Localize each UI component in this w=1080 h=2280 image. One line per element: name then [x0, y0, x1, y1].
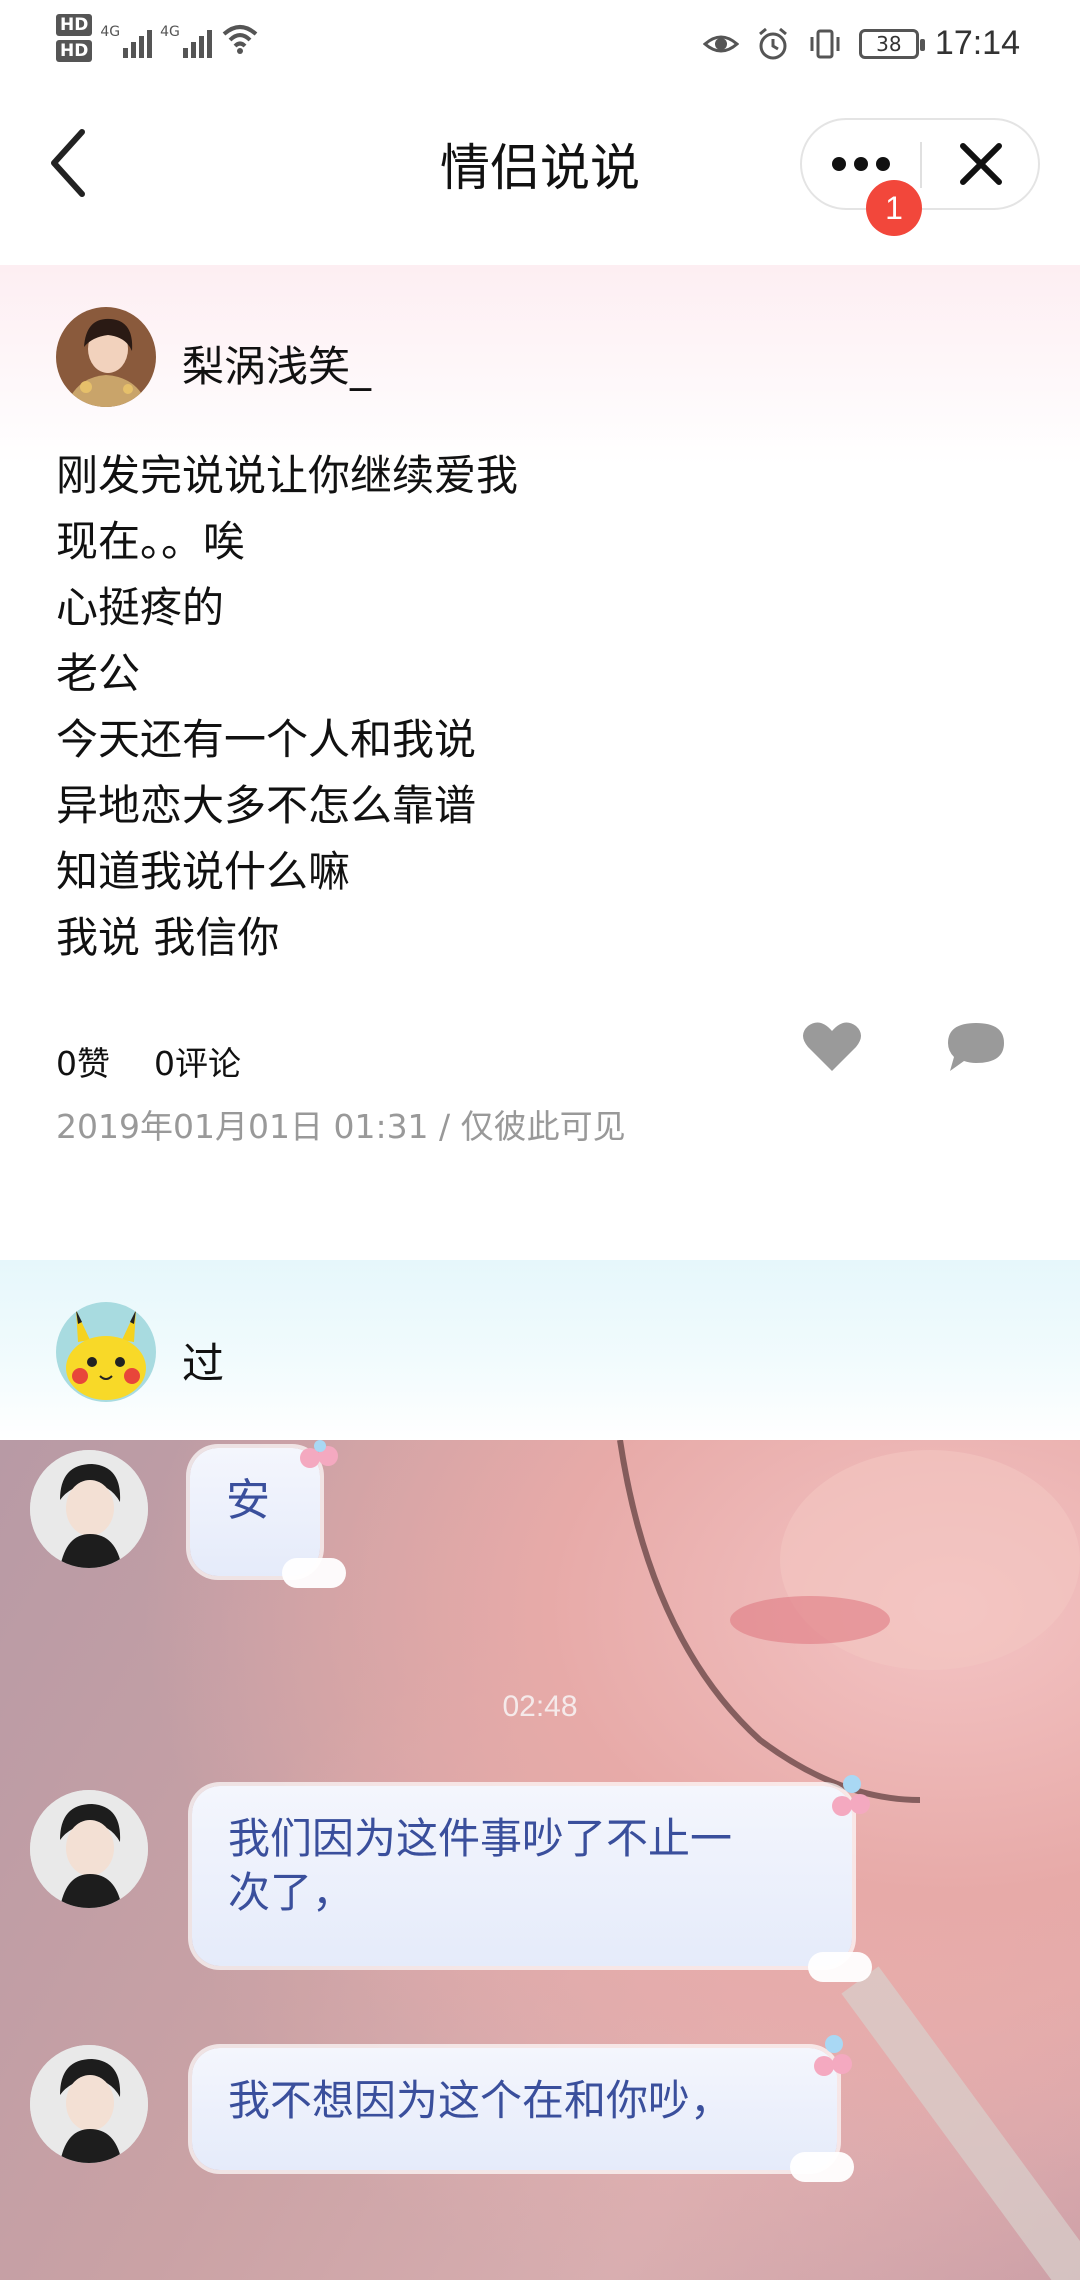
avatar[interactable] [56, 307, 156, 407]
network-label-1: 4G [100, 24, 121, 40]
status-bar-right: 38 17:14 [702, 24, 1020, 63]
post-text-line: 刚发完说说让你继续爱我 [56, 451, 519, 500]
cloud-decoration [808, 1952, 872, 1982]
nav-bar: 情侣说说 1 [0, 92, 1080, 260]
user-avatar-image [56, 307, 156, 407]
comment-button[interactable] [944, 1019, 1008, 1075]
network-label-2: 4G [160, 24, 180, 40]
signal-icon-2: 4G [160, 18, 212, 58]
post-text: 刚发完说说让你继续爱我 现在。。唉 心挺疼的 老公 今天还有一个人和我说 异地恋… [56, 443, 956, 971]
username[interactable]: 过 [182, 1330, 224, 1391]
post-text-line: 我说 我信你 [56, 913, 280, 962]
post-text-line: 知道我说什么嘛 [56, 847, 351, 896]
chat-avatar [30, 1790, 148, 1908]
chat-bubble-text: 我不想因为这个在和你吵， [228, 2076, 733, 2125]
pikachu-avatar-image [56, 1302, 156, 1402]
hd-indicator-1: HD [56, 14, 93, 36]
battery-icon: 38 [858, 28, 925, 59]
post-text-line: 今天还有一个人和我说 [56, 715, 477, 764]
post-image[interactable]: 安 02:48 我们因为这件事吵了不止一 次了， 我不想因为这个在和你吵， [0, 1440, 1080, 2280]
post-meta: 2019年01月01日 01:31 / 仅彼此可见 [56, 1107, 626, 1146]
status-bar: HD HD 4G 4G 38 17:14 [0, 0, 1080, 92]
post-text-line: 老公 [56, 649, 141, 698]
chat-avatar-image [30, 1450, 148, 1568]
chat-timestamp: 02:48 [502, 1690, 578, 1723]
chat-bubble-text: 次了， [228, 1868, 355, 1917]
like-button[interactable] [800, 1019, 864, 1075]
close-icon [960, 143, 1002, 185]
post-stats: 0赞 0评论 [56, 1037, 241, 1085]
more-dots-icon [832, 157, 890, 171]
comment-bubble-icon [948, 1023, 1004, 1071]
hd-indicators: HD HD [56, 14, 93, 62]
notification-badge: 1 [866, 180, 922, 236]
balloon-icon [300, 1440, 338, 1468]
chat-bubble-text: 安 [226, 1475, 270, 1526]
wifi-icon [222, 25, 258, 54]
miniprogram-capsule [800, 118, 1040, 210]
signal-icon-1: 4G [100, 18, 153, 58]
username[interactable]: 梨涡浅笑_ [182, 333, 371, 394]
post-text-line: 异地恋大多不怎么靠谱 [56, 781, 477, 830]
post-text-line: 现在。。唉 [56, 517, 246, 566]
cloud-decoration [790, 2152, 854, 2182]
status-bar-left: HD HD 4G 4G [56, 14, 260, 62]
close-button[interactable] [922, 120, 1040, 208]
eye-icon [702, 35, 739, 52]
balloon-icon [832, 1775, 870, 1816]
like-count: 0赞 [56, 1044, 110, 1083]
chat-avatar [30, 2045, 148, 2163]
post-card: 梨涡浅笑_ 刚发完说说让你继续爱我 现在。。唉 心挺疼的 老公 今天还有一个人和… [0, 265, 1080, 1245]
chat-avatar-image [30, 1790, 148, 1908]
cloud-decoration [282, 1558, 346, 1588]
chat-avatar [30, 1450, 148, 1568]
comment-count: 0评论 [154, 1044, 241, 1083]
chat-bubble: 我们因为这件事吵了不止一 次了， [192, 1786, 852, 1966]
vibrate-icon [810, 29, 840, 58]
post-header: 过 [0, 1260, 1080, 1440]
status-time: 17:14 [934, 24, 1020, 62]
chat-bubble-text: 我们因为这件事吵了不止一 [228, 1814, 733, 1863]
heart-icon [803, 1022, 861, 1071]
chat-avatar-image [30, 2045, 148, 2163]
chat-bubble: 我不想因为这个在和你吵， [192, 2048, 837, 2170]
balloon-icon [814, 2035, 852, 2076]
avatar[interactable] [56, 1302, 156, 1402]
alarm-icon [758, 27, 787, 59]
post-card: 过 安 02:48 我们因为这件事吵了不止一 次了， 我不想因为这个在和你吵， [0, 1260, 1080, 2280]
hd-indicator-2: HD [56, 40, 93, 62]
post-text-line: 心挺疼的 [56, 583, 225, 632]
